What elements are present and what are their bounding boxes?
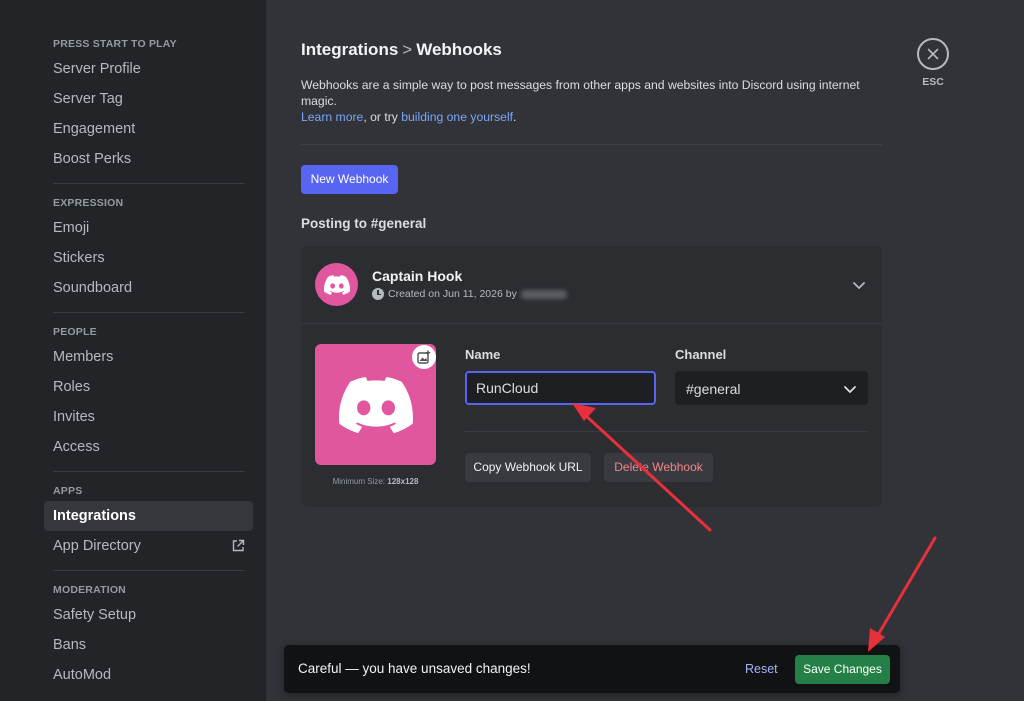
sidebar-item-access[interactable]: Access [44, 432, 253, 462]
sidebar-section-header: EXPRESSION [53, 197, 124, 209]
chevron-up-icon[interactable] [852, 278, 866, 292]
reset-button[interactable]: Reset [745, 662, 778, 676]
description-text: Webhooks are a simple way to post messag… [301, 78, 860, 108]
sidebar-section-header: PRESS START TO PLAY [53, 38, 177, 50]
esc-label: ESC [922, 76, 944, 88]
sidebar-item-stickers[interactable]: Stickers [44, 243, 253, 273]
save-changes-button[interactable]: Save Changes [795, 655, 890, 684]
webhook-card: Captain Hook Created on Jun 11, 2026 by … [301, 246, 882, 507]
sidebar-item-bans[interactable]: Bans [44, 630, 253, 660]
sidebar-item-server-profile[interactable]: Server Profile [44, 54, 253, 84]
chevron-down-icon [844, 386, 856, 393]
sidebar-item-label: Soundboard [53, 280, 133, 296]
minimum-size-hint: Minimum Size: 128x128 [315, 477, 436, 486]
sidebar-item-automod[interactable]: AutoMod [44, 660, 253, 690]
sidebar-item-label: Access [53, 439, 100, 455]
image-add-icon [417, 350, 431, 364]
webhook-created-meta: Created on Jun 11, 2026 by [372, 288, 567, 300]
sidebar-section-header: PEOPLE [53, 326, 97, 338]
sidebar-item-safety-setup[interactable]: Safety Setup [44, 600, 253, 630]
new-webhook-button[interactable]: New Webhook [301, 165, 398, 194]
sidebar-item-label: Members [53, 349, 114, 365]
sidebar-item-label: App Directory [53, 538, 141, 554]
redacted-username [520, 289, 567, 299]
posting-channel-heading: Posting to #general [301, 216, 427, 231]
sidebar-item-label: Emoji [53, 220, 90, 236]
breadcrumb-separator: > [402, 40, 413, 59]
sidebar-item-server-tag[interactable]: Server Tag [44, 84, 253, 114]
webhooks-content: Integrations > Webhooks Webhooks are a sim… [301, 40, 882, 507]
sidebar-item-label: Integrations [53, 508, 136, 524]
sidebar-item-label: Server Tag [53, 91, 123, 107]
sidebar-item-label: Boost Perks [53, 151, 132, 167]
learn-more-link[interactable]: Learn more [301, 110, 363, 124]
sidebar-item-label: Engagement [53, 121, 136, 137]
description-middle: , or try [363, 110, 402, 124]
channel-select-value: #general [686, 381, 741, 397]
sidebar-item-label: Stickers [53, 250, 105, 266]
unsaved-changes-bar: Careful — you have unsaved changes! Rese… [284, 645, 900, 693]
min-size-prefix: Minimum Size: [332, 477, 388, 486]
page-title: Integrations > Webhooks [301, 40, 882, 60]
settings-sidebar: PRESS START TO PLAY Server Profile Server … [0, 0, 266, 701]
sidebar-item-soundboard[interactable]: Soundboard [44, 273, 253, 303]
sidebar-section-header: APPS [53, 485, 83, 497]
sidebar-item-label: AutoMod [53, 667, 112, 683]
webhooks-description: Webhooks are a simple way to post messag… [301, 77, 882, 125]
channel-field-label: Channel [675, 347, 727, 362]
card-divider [465, 431, 868, 432]
sidebar-item-engagement[interactable]: Engagement [44, 114, 253, 144]
clock-icon [372, 288, 384, 300]
build-yourself-link[interactable]: building one yourself [401, 110, 513, 124]
sidebar-item-boost-perks[interactable]: Boost Perks [44, 144, 253, 174]
sidebar-divider [53, 183, 244, 184]
sidebar-divider [53, 570, 244, 571]
close-icon [927, 48, 939, 60]
sidebar-item-label: Roles [53, 379, 91, 395]
sidebar-item-invites[interactable]: Invites [44, 402, 253, 432]
close-settings-button[interactable] [917, 38, 949, 70]
breadcrumb-parent[interactable]: Integrations [301, 40, 398, 59]
content-divider [301, 144, 882, 145]
unsaved-changes-text: Careful — you have unsaved changes! [298, 661, 531, 676]
sidebar-section-header: MODERATION [53, 584, 126, 596]
upload-image-icon[interactable] [412, 345, 436, 369]
breadcrumb-current: Webhooks [416, 40, 502, 59]
sidebar-item-app-directory[interactable]: App Directory [44, 531, 253, 561]
description-end: . [513, 110, 517, 124]
external-link-icon [232, 539, 245, 552]
sidebar-item-label: Invites [53, 409, 95, 425]
sidebar-item-integrations[interactable]: Integrations [44, 501, 253, 531]
sidebar-divider [53, 312, 244, 313]
webhook-name-input[interactable] [465, 371, 656, 405]
copy-webhook-url-button[interactable]: Copy Webhook URL [465, 453, 591, 482]
main-panel: Integrations > Webhooks Webhooks are a sim… [266, 0, 1024, 701]
webhook-name: Captain Hook [372, 268, 463, 284]
discord-logo-icon [323, 274, 350, 295]
sidebar-item-members[interactable]: Members [44, 342, 253, 372]
min-size-value: 128x128 [387, 477, 419, 486]
sidebar-divider [53, 471, 244, 472]
webhook-avatar [315, 263, 358, 306]
sidebar-nav: PRESS START TO PLAY Server Profile Server … [44, 34, 253, 690]
sidebar-item-emoji[interactable]: Emoji [44, 213, 253, 243]
sidebar-item-roles[interactable]: Roles [44, 372, 253, 402]
sidebar-item-label: Server Profile [53, 61, 141, 77]
delete-webhook-button[interactable]: Delete Webhook [604, 453, 713, 482]
sidebar-item-label: Bans [53, 637, 87, 653]
discord-logo-icon [338, 376, 413, 433]
sidebar-item-label: Safety Setup [53, 607, 137, 623]
channel-select[interactable]: #general [675, 371, 868, 405]
name-field-label: Name [465, 347, 501, 362]
webhook-card-header[interactable]: Captain Hook Created on Jun 11, 2026 by [301, 246, 882, 324]
webhook-created-text: Created on Jun 11, 2026 by [388, 288, 517, 300]
